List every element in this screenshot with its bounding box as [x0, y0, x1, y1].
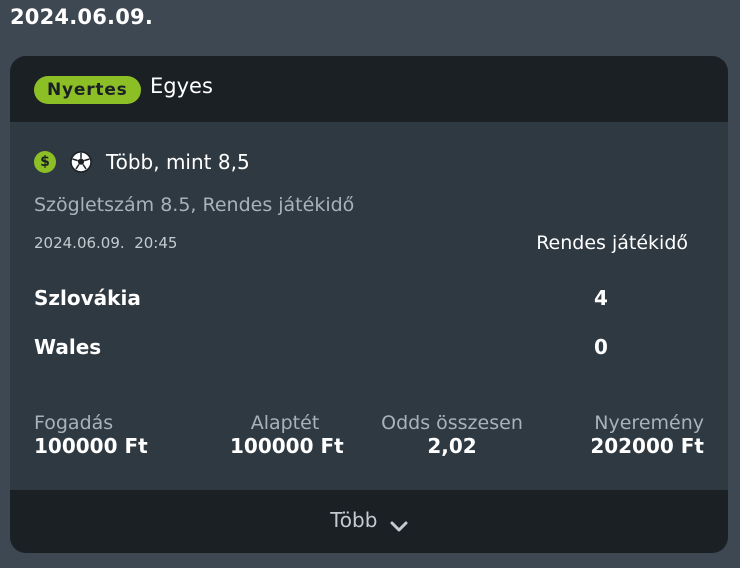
total-odds-label: Odds összesen	[381, 412, 523, 434]
bet-card: Nyertes Egyes $ Több, mint 8,5 Szögletsz…	[10, 56, 728, 553]
bet-type-label: Egyes	[150, 74, 213, 98]
market-label: Szögletszám 8.5, Rendes játékidő	[34, 194, 355, 216]
stake-label: Fogadás	[34, 412, 114, 434]
status-badge: Nyertes	[34, 76, 141, 104]
base-stake-value: 100000 Ft	[230, 434, 344, 458]
home-team-score: 4	[594, 286, 608, 310]
base-stake-label: Alaptét	[250, 412, 320, 434]
stake-stat: Fogadás 100000 Ft	[34, 412, 148, 458]
total-odds-stat: Odds összesen 2,02	[372, 412, 532, 458]
winnings-stat: Nyeremény 202000 Ft	[590, 412, 704, 458]
winnings-label: Nyeremény	[594, 412, 704, 434]
home-team-name: Szlovákia	[34, 286, 141, 310]
chevron-down-icon	[390, 514, 408, 531]
stake-value: 100000 Ft	[34, 434, 148, 458]
card-footer: Több	[10, 490, 728, 553]
more-button[interactable]: Több	[330, 508, 408, 532]
date-heading: 2024.06.09.	[10, 5, 154, 29]
total-odds-value: 2,02	[427, 434, 477, 458]
event-datetime: 2024.06.09. 20:45	[34, 234, 178, 252]
soccer-ball-icon	[70, 151, 92, 173]
more-button-label: Több	[330, 508, 378, 532]
selection-label: Több, mint 8,5	[106, 150, 250, 174]
period-label: Rendes játékidő	[536, 232, 688, 254]
away-team-score: 0	[594, 335, 608, 359]
winnings-value: 202000 Ft	[590, 434, 704, 458]
away-team-name: Wales	[34, 335, 102, 359]
dollar-icon: $	[34, 151, 56, 173]
card-header: Nyertes Egyes	[10, 56, 728, 122]
card-body: $ Több, mint 8,5 Szögletszám 8.5, Rendes…	[10, 122, 728, 490]
base-stake-stat: Alaptét 100000 Ft	[230, 412, 344, 458]
